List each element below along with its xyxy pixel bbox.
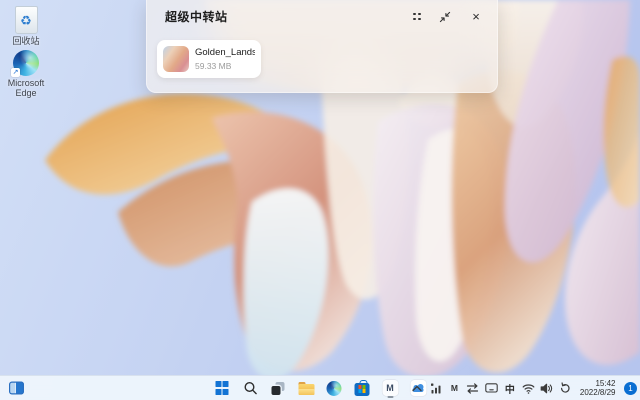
hidden-icons-chevron[interactable]: [410, 379, 424, 397]
edge-taskbar-button[interactable]: [326, 378, 343, 398]
widgets-button[interactable]: [9, 382, 24, 395]
search-button[interactable]: [242, 378, 259, 398]
grid-dots-icon[interactable]: [413, 13, 421, 21]
store-icon: [355, 383, 370, 396]
desktop-icon-edge[interactable]: ↗ Microsoft Edge: [3, 50, 49, 98]
desktop-icon-recycle-bin[interactable]: ♻ 回收站: [3, 6, 49, 46]
pc-manager-tray-icon: M: [451, 383, 458, 393]
edge-label: Microsoft Edge: [3, 78, 49, 98]
ime-indicator[interactable]: 中: [503, 379, 517, 397]
touchpad-icon: [485, 383, 498, 393]
taskbar-clock[interactable]: 15:42 2022/8/29: [580, 379, 616, 397]
panel-controls: ×: [413, 10, 483, 24]
task-view-icon: [272, 382, 285, 395]
folder-icon: [298, 384, 314, 395]
file-meta: Golden_Landsca... 59.33 MB: [195, 47, 255, 71]
pc-manager-app-button[interactable]: M: [382, 378, 399, 398]
running-app-indicator: [387, 396, 393, 398]
panel-title: 超级中转站: [165, 8, 228, 25]
collapse-icon[interactable]: [438, 10, 452, 24]
file-thumbnail: [163, 46, 189, 72]
desktop: ♻ 回收站 ↗ Microsoft Edge 超级中转站 ×: [0, 0, 640, 400]
meter-bars-icon: [430, 383, 442, 394]
shortcut-arrow-icon: ↗: [11, 68, 20, 77]
notification-badge[interactable]: 1: [624, 382, 637, 395]
clock-time: 15:42: [580, 379, 616, 388]
task-view-button[interactable]: [270, 378, 287, 398]
swap-arrows-icon: [466, 383, 479, 394]
pc-manager-tray[interactable]: M: [447, 379, 461, 397]
system-tray: M 中: [410, 376, 637, 400]
store-button[interactable]: [354, 378, 371, 398]
ime-chinese-label: 中: [505, 381, 515, 396]
close-icon[interactable]: ×: [469, 10, 483, 24]
sync-tray[interactable]: [558, 379, 572, 397]
edge-icon: ↗: [13, 50, 39, 76]
file-explorer-button[interactable]: [298, 378, 315, 398]
transfer-station-panel: 超级中转站 × Golden_Landsca... 59.33 MB: [146, 0, 498, 93]
performance-meter-tray[interactable]: [429, 379, 443, 397]
start-button[interactable]: [214, 378, 231, 398]
touchpad-tray[interactable]: [484, 379, 498, 397]
panel-header: 超级中转站 ×: [147, 0, 497, 25]
file-card[interactable]: Golden_Landsca... 59.33 MB: [157, 40, 261, 78]
file-name: Golden_Landsca...: [195, 47, 255, 58]
recycle-glyph: ♻: [20, 14, 32, 27]
wifi-icon: [522, 383, 535, 394]
speaker-icon: [540, 383, 553, 394]
wifi-tray[interactable]: [521, 379, 535, 397]
file-size: 59.33 MB: [195, 61, 255, 71]
rotate-arrow-icon: [559, 382, 571, 394]
pc-manager-icon: M: [382, 380, 398, 396]
edge-icon: [327, 381, 342, 396]
search-icon: [243, 381, 257, 395]
taskbar: M M: [0, 375, 640, 400]
recycle-bin-icon: ♻: [15, 6, 38, 34]
chevron-up-icon: [412, 385, 422, 392]
volume-tray[interactable]: [540, 379, 554, 397]
taskbar-center: M: [214, 376, 427, 400]
data-transfer-tray[interactable]: [466, 379, 480, 397]
clock-date: 2022/8/29: [580, 388, 616, 397]
recycle-bin-label: 回收站: [3, 36, 49, 46]
windows-logo-icon: [215, 381, 229, 395]
